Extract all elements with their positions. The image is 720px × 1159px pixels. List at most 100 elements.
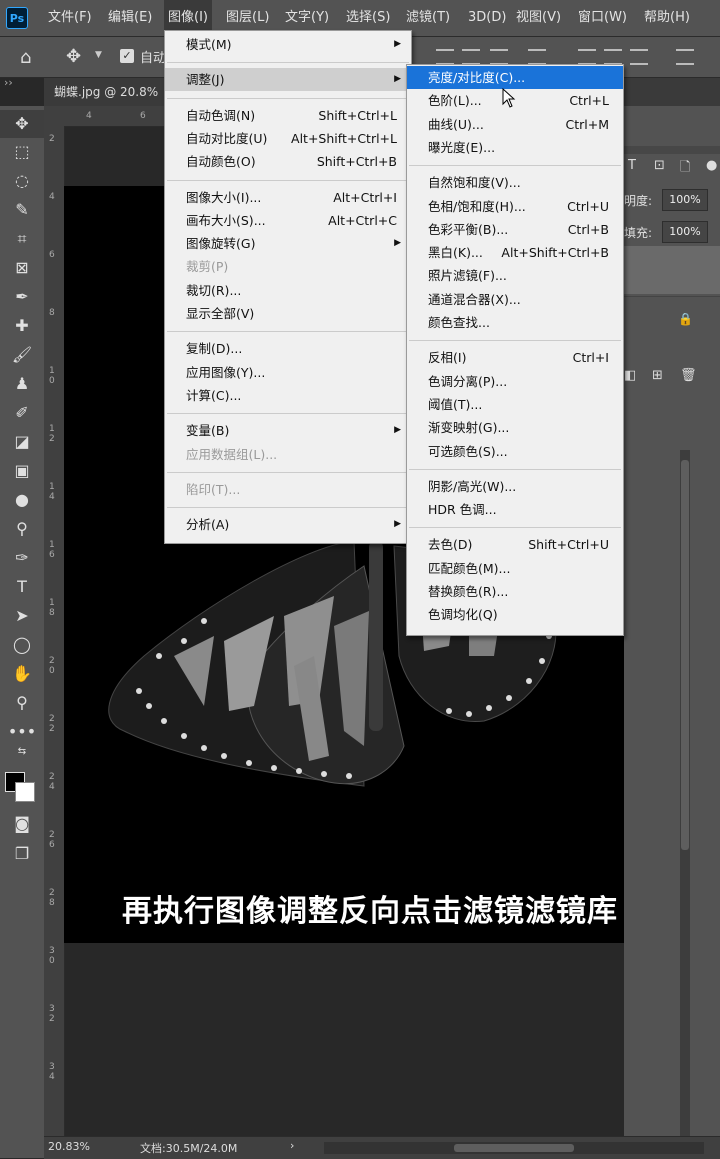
document-tab[interactable]: 蝴蝶.jpg @ 20.8% [54, 78, 158, 106]
path-select-tool-icon[interactable]: ➤ [0, 602, 44, 630]
distribute-middle-icon[interactable] [604, 49, 622, 65]
pen-tool-icon[interactable]: ✑ [0, 544, 44, 572]
ellipse-tool-icon[interactable]: ◯ [0, 631, 44, 659]
menu-item[interactable]: 照片滤镜(F)... [407, 264, 623, 287]
menu-item[interactable]: 画布大小(S)... Alt+Ctrl+C [165, 209, 411, 232]
expand-panels-icon[interactable]: ›› [4, 76, 13, 89]
menu-item[interactable]: 可选颜色(S)... [407, 440, 623, 463]
blur-tool-icon[interactable]: ● [0, 486, 44, 514]
chevron-down-icon[interactable]: ▼ [95, 50, 102, 60]
menu-item[interactable]: 去色(D) Shift+Ctrl+U [407, 533, 623, 556]
swap-colors-icon[interactable]: ⇆ [0, 744, 44, 760]
menu-item[interactable]: 匹配颜色(M)... [407, 557, 623, 580]
align-middle-icon[interactable] [462, 49, 480, 65]
photoshop-logo-icon[interactable]: Ps [6, 7, 28, 29]
menu-item[interactable]: 计算(C)... [165, 384, 411, 407]
dodge-tool-icon[interactable]: ⚲ [0, 515, 44, 543]
menu-item[interactable]: 渐变映射(G)... [407, 416, 623, 439]
align-bottom-icon[interactable] [490, 49, 508, 65]
menu-item[interactable]: 反相(I) Ctrl+I [407, 346, 623, 369]
gradient-tool-icon[interactable]: ▣ [0, 457, 44, 485]
menu-item[interactable]: 色相/饱和度(H)... Ctrl+U [407, 195, 623, 218]
menu-item[interactable]: 亮度/对比度(C)... [407, 66, 623, 89]
menu-item[interactable]: 显示全部(V) [165, 302, 411, 325]
filter-toggle-icon[interactable]: ● [706, 158, 717, 173]
menu-item[interactable]: 应用图像(Y)... [165, 361, 411, 384]
move-tool-icon[interactable]: ✥ [0, 110, 44, 138]
menu-item[interactable]: 色彩平衡(B)... Ctrl+B [407, 218, 623, 241]
history-brush-tool-icon[interactable]: ✐ [0, 399, 44, 427]
menu-item[interactable]: 色调均化(Q) [407, 603, 623, 626]
background-color-swatch[interactable] [15, 782, 35, 802]
scrollbar-thumb[interactable] [681, 460, 689, 850]
menu-item[interactable]: 视图(V) [512, 0, 565, 36]
menu-item[interactable]: 窗口(W) [574, 0, 631, 36]
screen-mode-icon[interactable]: ❐ [0, 840, 44, 868]
menu-item[interactable]: 替换颜色(R)... [407, 580, 623, 603]
menu-item[interactable]: 通道混合器(X)... [407, 288, 623, 311]
quick-select-tool-icon[interactable]: ✎ [0, 196, 44, 224]
delete-layer-icon[interactable]: 🗑 [680, 368, 697, 383]
opacity-field[interactable]: 100% [662, 189, 708, 211]
menu-item[interactable]: 图像旋转(G) ▶ [165, 232, 411, 255]
menu-item[interactable]: 模式(M) ▶ [165, 33, 411, 56]
shape-layer-filter-icon[interactable]: ⊡ [654, 158, 665, 173]
fill-field[interactable]: 100% [662, 221, 708, 243]
healing-brush-tool-icon[interactable]: ✚ [0, 312, 44, 340]
eyedropper-tool-icon[interactable]: ✒ [0, 283, 44, 311]
eraser-tool-icon[interactable]: ◪ [0, 428, 44, 456]
type-tool-icon[interactable]: T [0, 573, 44, 601]
layer-mask-icon[interactable]: ◧ [624, 368, 636, 383]
menu-item[interactable]: HDR 色调... [407, 498, 623, 521]
menu-item[interactable]: 自然饱和度(V)... [407, 171, 623, 194]
align-left-icon[interactable] [528, 49, 546, 65]
menu-item[interactable]: 裁切(R)... [165, 279, 411, 302]
distribute-top-icon[interactable] [578, 49, 596, 65]
menu-item[interactable]: 文件(F) [44, 0, 96, 36]
menu-item[interactable]: 调整(J) ▶ [165, 68, 411, 92]
distribute-bottom-icon[interactable] [630, 49, 648, 65]
distribute-left-icon[interactable] [676, 49, 694, 65]
lasso-tool-icon[interactable]: ◌ [0, 167, 44, 195]
align-top-icon[interactable] [436, 49, 454, 65]
menu-item[interactable]: 帮助(H) [640, 0, 694, 36]
brush-tool-icon[interactable]: 🖌 [0, 341, 44, 369]
crop-tool-icon[interactable]: ⌗ [0, 225, 44, 253]
menu-item[interactable]: 3D(D) [464, 0, 510, 36]
clone-stamp-tool-icon[interactable]: ♟ [0, 370, 44, 398]
hand-tool-icon[interactable]: ✋ [0, 660, 44, 688]
frame-tool-icon[interactable]: ⊠ [0, 254, 44, 282]
menu-item[interactable]: 自动对比度(U) Alt+Shift+Ctrl+L [165, 127, 411, 150]
menu-item[interactable]: 自动颜色(O) Shift+Ctrl+B [165, 150, 411, 173]
move-icon[interactable]: ✥ [66, 46, 81, 67]
menu-item[interactable]: 曲线(U)... Ctrl+M [407, 113, 623, 136]
marquee-tool-icon[interactable]: ⬚ [0, 138, 44, 166]
type-layer-filter-icon[interactable]: T [628, 158, 636, 173]
menu-item[interactable]: 阴影/高光(W)... [407, 475, 623, 498]
horizontal-scrollbar-thumb[interactable] [454, 1144, 574, 1152]
menu-item[interactable]: 颜色查找... [407, 311, 623, 334]
new-layer-icon[interactable]: ⊞ [652, 368, 663, 383]
zoom-level[interactable]: 20.83% [48, 1140, 90, 1153]
menu-item[interactable]: 分析(A) ▶ [165, 513, 411, 536]
menu-item[interactable]: 阈值(T)... [407, 393, 623, 416]
menu-item[interactable]: 自动色调(N) Shift+Ctrl+L [165, 104, 411, 127]
auto-select-checkbox[interactable]: ✓ [120, 49, 134, 63]
status-menu-arrow[interactable]: › [290, 1139, 294, 1152]
menu-item[interactable]: 复制(D)... [165, 337, 411, 360]
menu-item[interactable]: 变量(B) ▶ [165, 419, 411, 442]
more-tools-icon[interactable]: ••• [0, 718, 44, 746]
layer-row-selected[interactable] [624, 246, 720, 294]
smart-object-filter-icon[interactable]: 🗋 [680, 158, 690, 180]
menu-item[interactable]: 黑白(K)... Alt+Shift+Ctrl+B [407, 241, 623, 264]
quick-mask-icon[interactable]: ◙ [0, 810, 44, 838]
horizontal-scrollbar[interactable] [324, 1142, 704, 1154]
menu-item[interactable]: 曝光度(E)... [407, 136, 623, 159]
menu-item[interactable]: 色调分离(P)... [407, 370, 623, 393]
vertical-scrollbar[interactable] [680, 450, 690, 1140]
menu-item[interactable]: 图像大小(I)... Alt+Ctrl+I [165, 186, 411, 209]
menu-item[interactable]: 编辑(E) [104, 0, 156, 36]
layer-row[interactable] [624, 296, 720, 341]
home-icon[interactable]: ⌂ [20, 47, 31, 68]
zoom-tool-icon[interactable]: ⚲ [0, 689, 44, 717]
